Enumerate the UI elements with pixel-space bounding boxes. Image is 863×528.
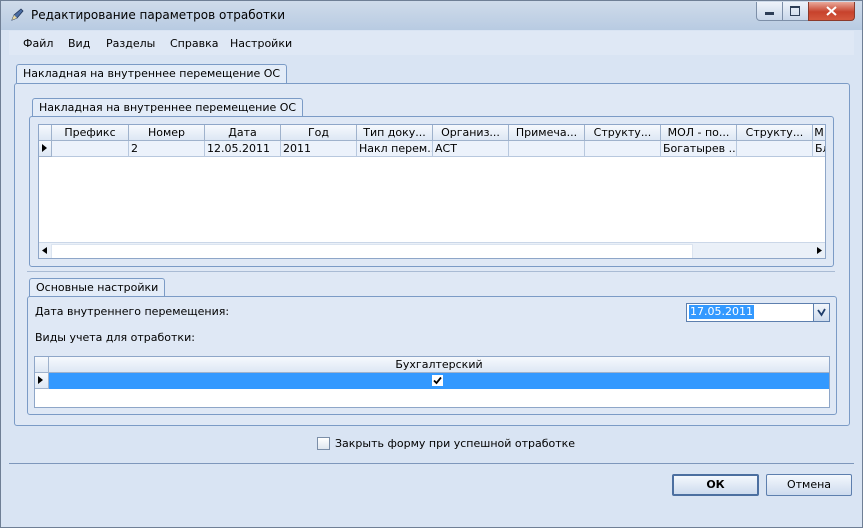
column-header[interactable]: Префикс [52, 125, 129, 141]
current-row-icon [42, 144, 47, 152]
scroll-left-icon [42, 247, 47, 254]
menu-file[interactable]: Файл [23, 37, 53, 50]
column-header[interactable]: Номер [129, 125, 205, 141]
column-header[interactable]: Организ... [433, 125, 509, 141]
tab-main-settings[interactable]: Основные настройки [29, 278, 166, 297]
menu-view[interactable]: Вид [68, 37, 90, 50]
horizontal-scrollbar[interactable] [39, 242, 825, 258]
chevron-down-icon [817, 308, 826, 317]
menu-bar: Файл Вид Разделы Справка Настройки [9, 31, 854, 55]
column-header[interactable]: Структу... [737, 125, 813, 141]
footer-divider [9, 463, 854, 464]
column-header[interactable]: Бухгалтерский [49, 357, 829, 373]
table-cell[interactable] [585, 141, 661, 157]
row-selector[interactable] [35, 373, 49, 389]
date-input[interactable]: 17.05.2011 [689, 305, 754, 319]
column-header[interactable]: Примеча... [509, 125, 585, 141]
menu-settings[interactable]: Настройки [230, 37, 292, 50]
column-header[interactable]: МОЛ - по... [661, 125, 737, 141]
scroll-right-icon [817, 247, 822, 254]
pen-icon [11, 8, 24, 21]
window-title: Редактирование параметров отработки [31, 8, 286, 22]
table-cell[interactable]: 2011 [281, 141, 357, 157]
close-on-success-label: Закрыть форму при успешной отработке [335, 437, 576, 450]
documents-grid: Префикс Номер Дата Год Тип доку... Орган… [38, 124, 826, 259]
table-cell[interactable]: Накл перем... [357, 141, 433, 157]
maximize-button[interactable] [782, 2, 809, 21]
close-icon [826, 6, 837, 16]
close-on-success-checkbox[interactable] [317, 437, 330, 450]
table-cell[interactable]: Богатырев ... [661, 141, 737, 157]
date-label: Дата внутреннего перемещения: [35, 305, 230, 318]
table-cell[interactable]: 12.05.2011 [205, 141, 281, 157]
check-icon [433, 376, 442, 385]
accounting-checkbox[interactable] [432, 375, 443, 386]
tab-inner[interactable]: Накладная на внутреннее перемещение ОС [32, 98, 304, 117]
table-cell[interactable]: 2 [129, 141, 205, 157]
accounting-grid: Бухгалтерский [34, 356, 830, 408]
cancel-button[interactable]: Отмена [766, 474, 852, 496]
grid-corner [39, 125, 52, 141]
scrollbar-thumb[interactable] [51, 244, 693, 258]
accounting-label: Виды учета для отработки: [35, 331, 195, 344]
close-button[interactable] [808, 2, 855, 21]
minimize-button[interactable] [756, 2, 783, 21]
menu-help[interactable]: Справка [170, 37, 218, 50]
column-header[interactable]: Структу... [585, 125, 661, 141]
column-header[interactable]: Тип доку... [357, 125, 433, 141]
ok-button[interactable]: ОК [672, 474, 759, 496]
date-picker[interactable]: 17.05.2011 [686, 303, 830, 322]
column-header[interactable]: Дата [205, 125, 281, 141]
tab-outer[interactable]: Накладная на внутреннее перемещение ОС [16, 64, 288, 83]
table-cell[interactable]: Бл [813, 141, 825, 157]
splitter[interactable] [27, 271, 835, 272]
title-bar[interactable]: Редактирование параметров отработки [1, 1, 862, 30]
date-dropdown-button[interactable] [813, 304, 829, 321]
table-cell[interactable] [737, 141, 813, 157]
table-cell[interactable] [52, 141, 129, 157]
accounting-row[interactable] [49, 373, 829, 389]
current-row-icon [38, 376, 43, 384]
grid-corner [35, 357, 49, 373]
minimize-icon [765, 12, 774, 15]
row-selector[interactable] [39, 141, 52, 157]
table-cell[interactable]: АСТ [433, 141, 509, 157]
dialog-window: Редактирование параметров отработки Файл… [0, 0, 863, 528]
column-header[interactable]: М [813, 125, 825, 141]
column-header[interactable]: Год [281, 125, 357, 141]
menu-sections[interactable]: Разделы [106, 37, 155, 50]
table-cell[interactable] [509, 141, 585, 157]
maximize-icon [790, 6, 800, 16]
